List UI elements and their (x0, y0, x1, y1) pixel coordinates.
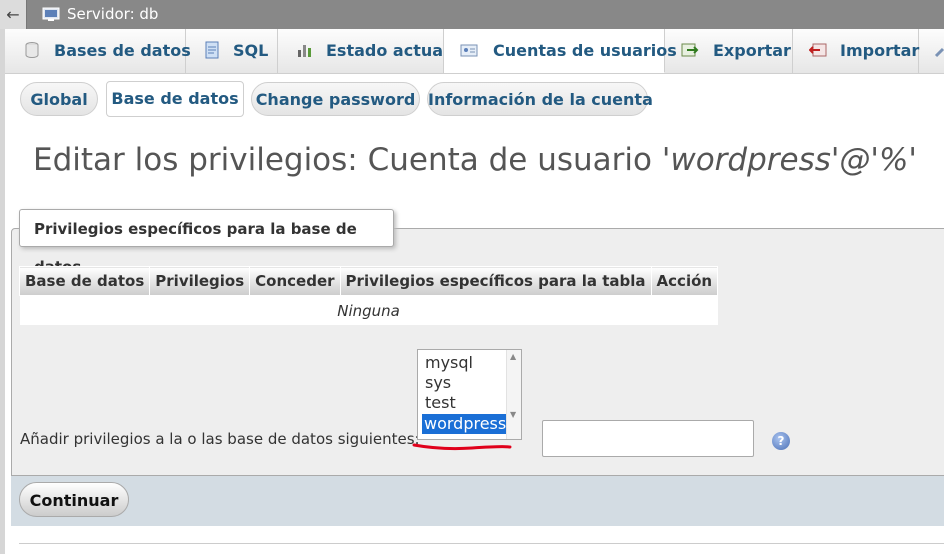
tab-label: Importar (840, 41, 920, 60)
page-title-account: 'wordpress'@'%' (661, 142, 917, 178)
subtab-global[interactable]: Global (20, 82, 98, 116)
wrench-icon (934, 47, 944, 58)
server-title[interactable]: Servidor: db (67, 5, 158, 23)
red-underline-annotation (412, 443, 512, 451)
list-item-test[interactable]: test (423, 393, 458, 413)
tab-cuentas-de-usuarios[interactable]: Cuentas de usuarios (444, 29, 677, 73)
privileges-table: Base de datos Privilegios Conceder Privi… (18, 266, 719, 325)
list-item-mysql[interactable]: mysql (423, 353, 475, 373)
tab-label: Estado actual (326, 41, 449, 60)
tab-more[interactable] (919, 29, 944, 73)
import-icon (809, 43, 827, 57)
col-privilegios: Privilegios (149, 266, 251, 296)
add-privileges-label: Añadir privilegios a la o las base de da… (20, 430, 420, 448)
list-scrollbar[interactable]: ▲ ▼ (506, 350, 521, 439)
form-footer-bar (11, 475, 944, 526)
tab-bases-de-datos[interactable]: Bases de datos (5, 29, 191, 73)
table-header-row: Base de datos Privilegios Conceder Privi… (18, 266, 719, 296)
server-bar: ← Servidor: db (0, 0, 944, 29)
col-privilegios-tabla: Privilegios específicos para la tabla (339, 266, 652, 296)
col-base-de-datos: Base de datos (18, 266, 151, 296)
export-icon (681, 43, 699, 57)
col-accion: Acción (650, 266, 719, 296)
database-name-input[interactable] (542, 420, 754, 457)
database-select-list[interactable]: mysql sys test wordpress ▲ ▼ (417, 349, 522, 440)
page-title-prefix: Editar los privilegios: Cuenta de usuari… (33, 142, 662, 178)
empty-row-text: Ninguna (19, 295, 718, 325)
continuar-button[interactable]: Continuar (19, 482, 129, 517)
col-conceder: Conceder (249, 266, 341, 296)
tab-label: Exportar (713, 41, 791, 60)
tab-label: SQL (233, 41, 269, 60)
subtab-base-de-datos[interactable]: Base de datos (106, 81, 244, 117)
table-row: Ninguna (19, 295, 718, 325)
subtab-change-password[interactable]: Change password (251, 82, 420, 116)
status-chart-icon (298, 45, 311, 57)
server-icon (42, 7, 60, 21)
help-icon[interactable]: ? (772, 432, 790, 450)
tab-label: Bases de datos (54, 41, 191, 60)
back-arrow-icon[interactable]: ← (0, 0, 27, 29)
tab-exportar[interactable]: Exportar (665, 29, 793, 73)
tab-label: Cuentas de usuarios (493, 41, 677, 60)
sql-icon (205, 41, 219, 59)
tab-estado-actual[interactable]: Estado actual (278, 29, 449, 73)
tab-importar[interactable]: Importar (793, 29, 919, 73)
fieldset-legend: Privilegios específicos para la base de … (19, 209, 394, 276)
list-item-sys[interactable]: sys (423, 373, 453, 393)
list-item-wordpress-selected[interactable]: wordpress (422, 414, 509, 434)
left-frame-border (0, 29, 5, 554)
subtab-informacion-cuenta[interactable]: Información de la cuenta (427, 82, 653, 116)
user-card-icon (460, 44, 478, 57)
page-title: Editar los privilegios: Cuenta de usuari… (33, 140, 917, 180)
database-icon (25, 42, 39, 59)
scroll-up-icon[interactable]: ▲ (510, 352, 516, 361)
divider (19, 543, 944, 544)
main-tabs: Bases de datos SQL Estado actual Cuentas… (5, 29, 944, 74)
tab-sql[interactable]: SQL (186, 29, 278, 73)
scroll-down-icon[interactable]: ▼ (510, 410, 516, 419)
